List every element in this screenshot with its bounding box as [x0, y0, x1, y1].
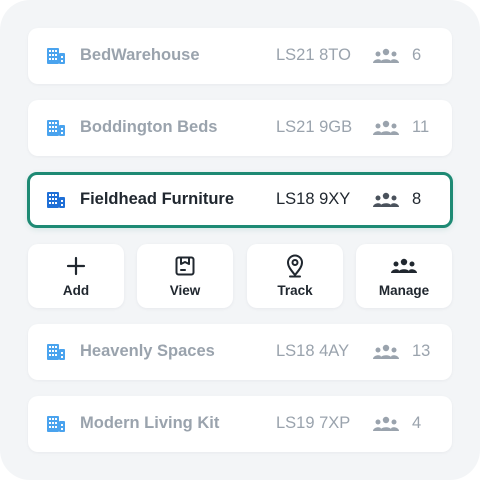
building-icon	[45, 44, 67, 66]
member-count: 4	[412, 414, 422, 432]
view-button-label: View	[169, 283, 201, 298]
location-name: Fieldhead Furniture	[80, 190, 235, 208]
people-icon	[372, 48, 400, 64]
location-name: BedWarehouse	[80, 46, 200, 64]
building-icon	[45, 116, 67, 138]
building-icon	[45, 412, 67, 434]
location-postcode: LS18 4AY	[276, 342, 350, 360]
building-icon	[45, 188, 67, 210]
location-card-heavenly-spaces[interactable]: Heavenly Spaces LS18 4AY 13	[28, 324, 452, 380]
location-postcode: LS18 9XY	[276, 190, 351, 208]
location-postcode: LS21 8TO	[276, 46, 351, 64]
location-name: Heavenly Spaces	[80, 342, 215, 360]
map-pin-icon	[247, 254, 343, 278]
add-button-label: Add	[62, 283, 90, 298]
people-icon	[372, 192, 400, 208]
add-button[interactable]: Add	[28, 244, 124, 308]
location-postcode: LS19 7XP	[276, 414, 351, 432]
location-card-bedwarehouse[interactable]: BedWarehouse LS21 8TO 6	[28, 28, 452, 84]
action-bar: Add View Track Manage	[28, 244, 452, 308]
location-card-fieldhead-furniture[interactable]: Fieldhead Furniture LS18 9XY 8	[27, 172, 453, 228]
manage-button[interactable]: Manage	[356, 244, 452, 308]
member-count: 11	[412, 118, 430, 136]
location-name: Modern Living Kit	[80, 414, 220, 432]
view-button[interactable]: View	[137, 244, 233, 308]
member-count: 8	[412, 190, 422, 208]
track-button[interactable]: Track	[247, 244, 343, 308]
location-panel: BedWarehouse LS21 8TO 6 Boddington Beds …	[0, 0, 480, 480]
people-icon	[372, 120, 400, 136]
manage-button-label: Manage	[378, 283, 430, 298]
member-count: 13	[412, 342, 431, 360]
people-icon	[356, 254, 452, 278]
location-card-boddington-beds[interactable]: Boddington Beds LS21 9GB 11	[28, 100, 452, 156]
location-name: Boddington Beds	[80, 118, 218, 136]
building-icon	[45, 340, 67, 362]
location-postcode: LS21 9GB	[276, 118, 353, 136]
people-icon	[372, 344, 400, 360]
member-count: 6	[412, 46, 422, 64]
people-icon	[372, 416, 400, 432]
save-box-icon	[137, 254, 233, 278]
track-button-label: Track	[277, 283, 313, 298]
location-card-modern-living-kit[interactable]: Modern Living Kit LS19 7XP 4	[28, 396, 452, 452]
plus-icon	[28, 254, 124, 278]
